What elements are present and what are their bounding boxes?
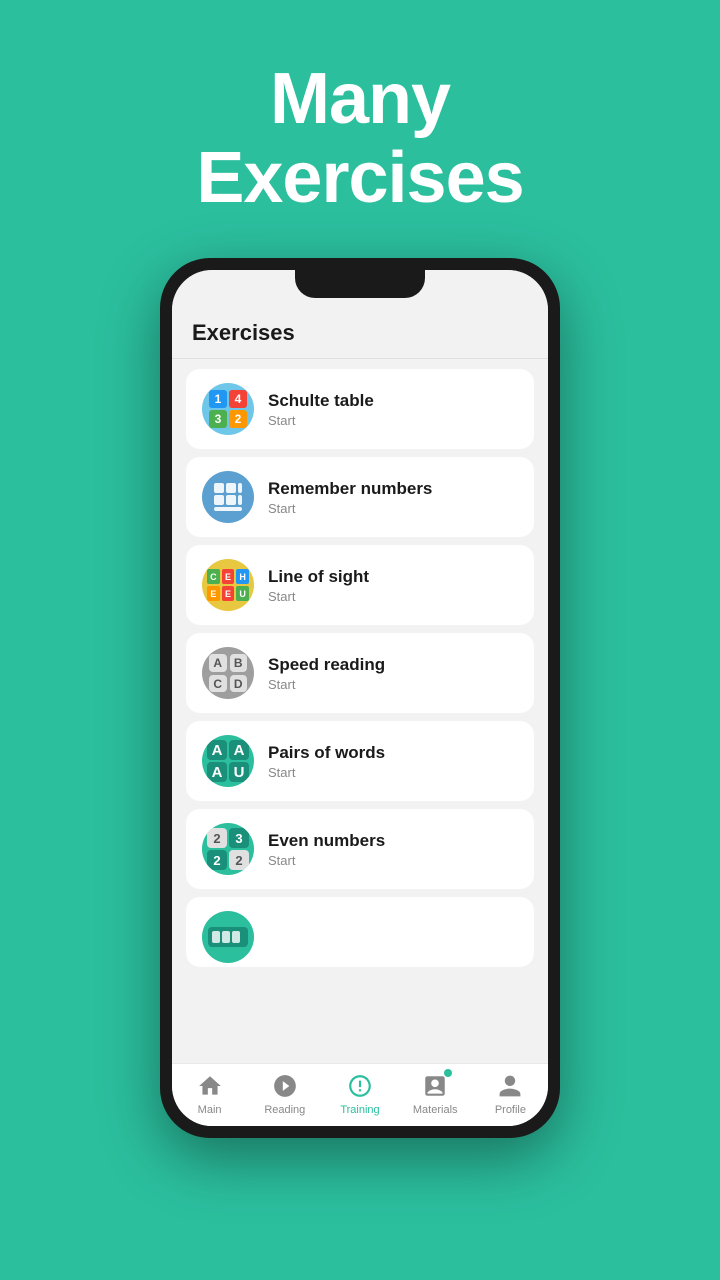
nav-label-profile: Profile [495,1104,526,1116]
exercise-item-partial[interactable] [186,897,534,967]
hero-text: Many Exercises [196,60,523,218]
speed-icon: A B C D [202,647,254,699]
exercise-name-numbers: Remember numbers [268,479,432,499]
materials-badge [444,1069,452,1077]
exercise-name-schulte: Schulte table [268,391,374,411]
phone-notch [295,270,425,298]
materials-icon [421,1072,449,1100]
exercise-list: 1 4 3 2 Schulte table Start [172,359,548,1063]
nav-item-training[interactable]: Training [322,1072,397,1116]
exercise-start-schulte: Start [268,413,374,428]
pairs-icon: A A A U [202,735,254,787]
exercise-item-pairs[interactable]: A A A U Pairs of words Start [186,721,534,801]
exercise-name-speed: Speed reading [268,655,385,675]
exercise-start-numbers: Start [268,501,432,516]
profile-icon [496,1072,524,1100]
nav-item-materials[interactable]: Materials [398,1072,473,1116]
exercise-item-even[interactable]: 2 3 2 2 Even numbers Start [186,809,534,889]
nav-item-profile[interactable]: Profile [473,1072,548,1116]
nav-item-main[interactable]: Main [172,1072,247,1116]
nav-label-reading: Reading [264,1104,305,1116]
home-icon [196,1072,224,1100]
even-icon: 2 3 2 2 [202,823,254,875]
reading-icon [271,1072,299,1100]
numbers-icon [202,471,254,523]
partial-icon [202,911,254,963]
exercise-name-even: Even numbers [268,831,385,851]
exercise-item-schulte[interactable]: 1 4 3 2 Schulte table Start [186,369,534,449]
exercise-name-pairs: Pairs of words [268,743,385,763]
schulte-icon: 1 4 3 2 [202,383,254,435]
nav-label-training: Training [340,1104,379,1116]
screen-title: Exercises [192,320,295,345]
sight-icon: C E H E E U [202,559,254,611]
nav-label-materials: Materials [413,1104,458,1116]
bottom-nav: Main Reading Training [172,1063,548,1126]
exercise-start-speed: Start [268,677,385,692]
nav-label-main: Main [198,1104,222,1116]
exercise-item-line-of-sight[interactable]: C E H E E U Line of sight Start [186,545,534,625]
phone-frame: Exercises 1 4 3 2 Schulte table Start [160,258,560,1138]
exercise-name-sight: Line of sight [268,567,369,587]
training-icon [346,1072,374,1100]
exercise-start-even: Start [268,853,385,868]
exercise-item-speed-reading[interactable]: A B C D Speed reading Start [186,633,534,713]
exercise-item-remember-numbers[interactable]: Remember numbers Start [186,457,534,537]
exercise-start-pairs: Start [268,765,385,780]
phone-screen: Exercises 1 4 3 2 Schulte table Start [172,270,548,1126]
nav-item-reading[interactable]: Reading [247,1072,322,1116]
exercise-start-sight: Start [268,589,369,604]
